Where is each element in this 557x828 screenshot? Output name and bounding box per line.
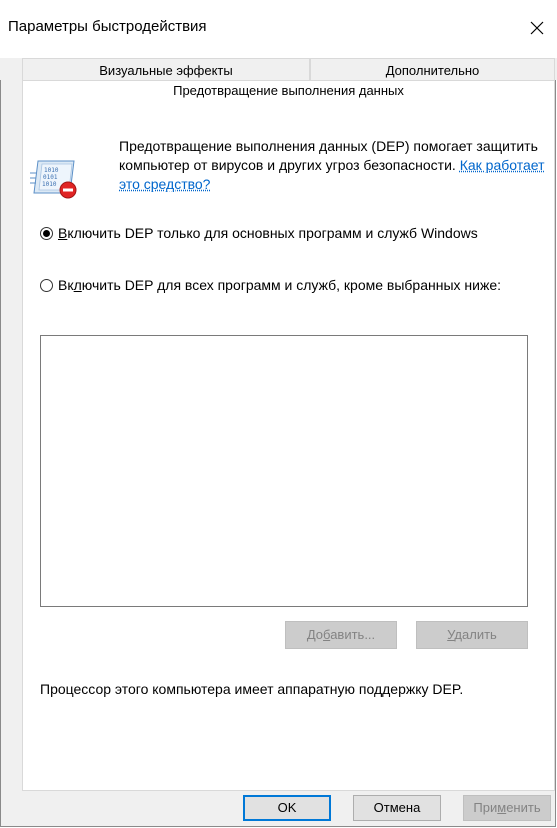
tab-advanced[interactable]: Дополнительно (310, 58, 555, 80)
label-text: енить (506, 800, 541, 815)
svg-text:1010: 1010 (44, 167, 59, 174)
tab-visual-effects[interactable]: Визуальные эффекты (22, 58, 310, 80)
hardware-dep-status: Процессор этого компьютера имеет аппарат… (40, 681, 464, 697)
radio-essential-only[interactable]: Включить DEP только для основных програм… (40, 224, 538, 242)
add-button[interactable]: Добавить... (285, 621, 397, 649)
svg-text:0101: 0101 (43, 174, 58, 181)
radio-all-except-selected-label: Включить DEP для всех программ и служб, … (58, 276, 538, 294)
dep-description: Предотвращение выполнения данных (DEP) п… (119, 137, 549, 194)
label-text: далить (454, 627, 497, 642)
dep-shield-icon: 1010 0101 1010 (30, 160, 77, 199)
label-prefix: До (306, 627, 324, 642)
title-bar: Параметры быстродействия (0, 0, 557, 58)
radio-essential-only-control[interactable] (40, 227, 53, 240)
tab-dep[interactable]: Предотвращение выполнения данных (22, 80, 555, 102)
program-exception-list[interactable] (40, 335, 528, 607)
label-text: ключить DEP только для основных программ… (67, 225, 478, 241)
remove-button[interactable]: Удалить (416, 621, 528, 649)
label-text: ючить DEP для всех программ и служб, кро… (81, 277, 502, 293)
mnemonic: В (58, 225, 68, 241)
radio-all-except-selected-control[interactable] (40, 279, 53, 292)
label-text: авить... (330, 627, 376, 642)
mnemonic: м (497, 800, 507, 815)
window-title: Параметры быстродействия (8, 18, 207, 35)
svg-text:1010: 1010 (42, 181, 57, 188)
ok-button[interactable]: OK (243, 795, 331, 821)
label-prefix: Вк (58, 277, 74, 293)
close-button[interactable] (517, 8, 557, 48)
close-icon (530, 21, 544, 35)
label-prefix: При (473, 800, 498, 815)
radio-all-except-selected[interactable]: Включить DEP для всех программ и служб, … (40, 276, 538, 294)
apply-button[interactable]: Применить (463, 795, 551, 821)
cancel-button[interactable]: Отмена (353, 795, 441, 821)
tab-strip: Визуальные эффекты Дополнительно (0, 58, 557, 80)
mnemonic: л (73, 277, 82, 293)
radio-essential-only-label: Включить DEP только для основных програм… (58, 224, 538, 242)
radio-selected-dot (43, 230, 50, 237)
